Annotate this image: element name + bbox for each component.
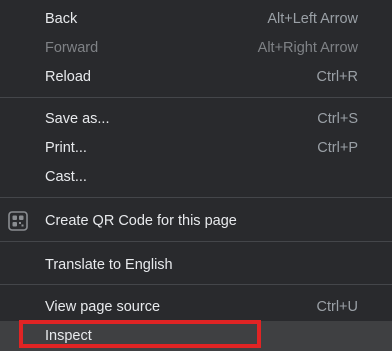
inspect-label: Inspect [45, 328, 92, 344]
menu-separator [0, 284, 392, 285]
back-shortcut: Alt+Left Arrow [267, 10, 358, 27]
qr-code-icon [8, 210, 28, 231]
menu-separator [0, 197, 392, 198]
menu-item-save-as[interactable]: Save as... Ctrl+S [0, 104, 392, 133]
forward-shortcut: Alt+Right Arrow [257, 39, 358, 56]
print-shortcut: Ctrl+P [317, 139, 358, 156]
menu-item-forward: Forward Alt+Right Arrow [0, 33, 392, 62]
back-label: Back [45, 10, 78, 27]
menu-item-reload[interactable]: Reload Ctrl+R [0, 62, 392, 91]
menu-item-view-page-source[interactable]: View page source Ctrl+U [0, 292, 392, 321]
save-as-shortcut: Ctrl+S [317, 110, 358, 127]
view-page-source-label: View page source [45, 298, 161, 315]
menu-item-cast[interactable]: Cast... [0, 162, 392, 191]
create-qr-code-label: Create QR Code for this page [45, 212, 237, 229]
view-page-source-shortcut: Ctrl+U [316, 298, 359, 315]
menu-separator [0, 241, 392, 242]
reload-label: Reload [45, 68, 91, 85]
print-label: Print... [45, 139, 87, 156]
save-as-label: Save as... [45, 110, 110, 127]
menu-item-translate[interactable]: Translate to English [0, 250, 392, 279]
menu-item-create-qr-code[interactable]: Create QR Code for this page [0, 206, 392, 235]
translate-label: Translate to English [45, 256, 173, 273]
reload-shortcut: Ctrl+R [316, 68, 359, 85]
menu-item-back[interactable]: Back Alt+Left Arrow [0, 4, 392, 33]
cast-label: Cast... [45, 168, 87, 185]
menu-item-inspect[interactable]: Inspect [0, 321, 392, 351]
context-menu: Back Alt+Left Arrow Forward Alt+Right Ar… [0, 0, 392, 351]
menu-item-print[interactable]: Print... Ctrl+P [0, 133, 392, 162]
menu-separator [0, 97, 392, 98]
forward-label: Forward [45, 39, 99, 56]
